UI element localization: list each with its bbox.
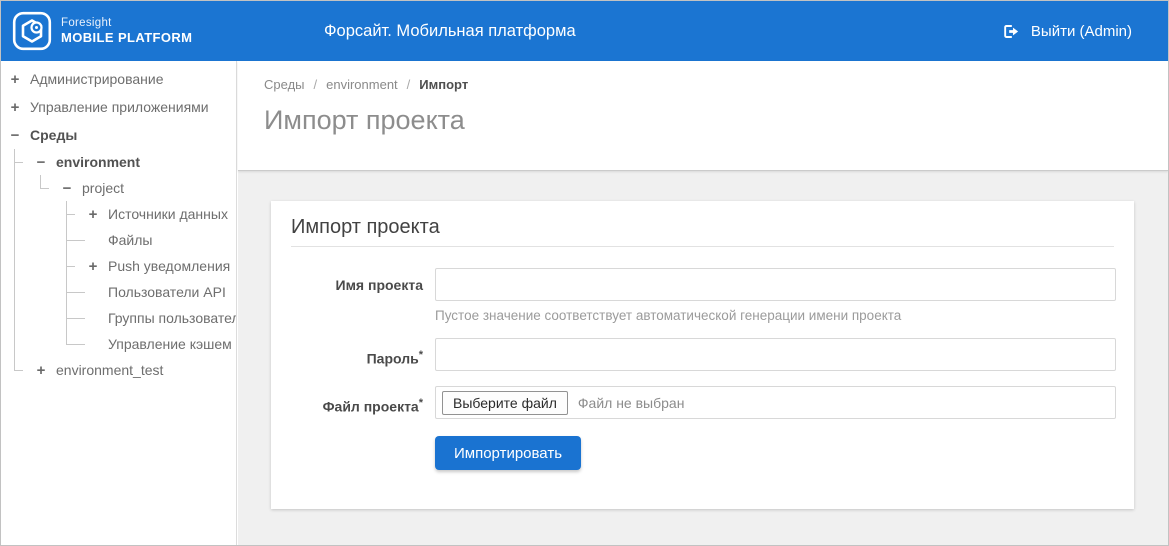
- expand-icon[interactable]: +: [87, 258, 99, 275]
- project-name-hint: Пустое значение соответствует автоматиче…: [435, 308, 1116, 323]
- breadcrumb-item-environments[interactable]: Среды: [264, 77, 305, 92]
- breadcrumb-separator: /: [407, 77, 411, 92]
- sidebar-item-label: Среды: [30, 127, 77, 143]
- sidebar-item-cache-management[interactable]: Управление кэшем: [87, 331, 236, 357]
- breadcrumb-separator: /: [314, 77, 318, 92]
- foresight-logo-icon: [12, 11, 52, 51]
- sidebar-item-user-groups[interactable]: Группы пользователей: [87, 305, 236, 331]
- sidebar-item-label: environment: [56, 154, 140, 170]
- sidebar-item-label: Администрирование: [30, 71, 164, 87]
- app-title: Форсайт. Мобильная платформа: [324, 1, 576, 61]
- sidebar-item-files[interactable]: Файлы: [87, 227, 236, 253]
- page-title: Импорт проекта: [264, 105, 1168, 136]
- password-label: Пароль*: [291, 338, 423, 371]
- required-mark: *: [419, 349, 423, 361]
- expand-icon[interactable]: +: [87, 206, 99, 223]
- expand-icon[interactable]: +: [9, 71, 21, 88]
- main-area: Среды / environment / Импорт Импорт прое…: [238, 61, 1168, 545]
- project-file-label: Файл проекта*: [291, 386, 423, 419]
- breadcrumb-item-environment[interactable]: environment: [326, 77, 398, 92]
- expand-icon[interactable]: +: [35, 362, 47, 379]
- expand-icon[interactable]: +: [9, 99, 21, 116]
- logo-text: Foresight MOBILE PLATFORM: [61, 16, 192, 47]
- import-project-card: Импорт проекта Имя проекта Пустое значен…: [271, 201, 1134, 509]
- sidebar-item-api-users[interactable]: Пользователи API: [87, 279, 236, 305]
- sidebar-item-label: Группы пользователей: [108, 310, 237, 326]
- choose-file-button[interactable]: Выберите файл: [442, 391, 568, 415]
- sidebar-item-label: Файлы: [108, 232, 152, 248]
- sidebar-item-project[interactable]: − project: [61, 175, 236, 201]
- breadcrumb: Среды / environment / Импорт: [264, 77, 1168, 92]
- logo[interactable]: Foresight MOBILE PLATFORM: [12, 11, 192, 51]
- page-header: Среды / environment / Импорт Импорт прое…: [238, 61, 1168, 171]
- sidebar-item-label: project: [82, 180, 124, 196]
- sidebar-item-label: Управление кэшем: [108, 336, 232, 352]
- logout-button[interactable]: Выйти (Admin): [1001, 1, 1132, 61]
- sidebar-item-data-sources[interactable]: + Источники данных: [87, 201, 236, 227]
- logout-label: Выйти (Admin): [1031, 23, 1132, 40]
- sidebar-item-environments[interactable]: − Среды: [9, 121, 236, 149]
- collapse-icon[interactable]: −: [9, 127, 21, 144]
- navigation-tree: + Администрирование + Управление приложе…: [1, 61, 236, 383]
- sidebar-item-environment[interactable]: − environment: [35, 149, 236, 175]
- content-area: Импорт проекта Имя проекта Пустое значен…: [238, 171, 1168, 509]
- project-file-input[interactable]: Выберите файл Файл не выбран: [435, 386, 1116, 419]
- password-input[interactable]: [435, 338, 1116, 371]
- sidebar-item-app-management[interactable]: + Управление приложениями: [9, 93, 236, 121]
- sidebar-item-label: Push уведомления: [108, 258, 230, 274]
- sidebar-item-label: Пользователи API: [108, 284, 226, 300]
- sidebar: + Администрирование + Управление приложе…: [1, 61, 237, 545]
- sidebar-item-label: Источники данных: [108, 206, 228, 222]
- sidebar-item-label: environment_test: [56, 362, 163, 378]
- sidebar-item-environment-test[interactable]: + environment_test: [35, 357, 236, 383]
- top-header-bar: Foresight MOBILE PLATFORM Форсайт. Мобил…: [1, 1, 1168, 61]
- logo-brand: Foresight: [61, 16, 192, 30]
- sidebar-item-administration[interactable]: + Администрирование: [9, 65, 236, 93]
- breadcrumb-item-import: Импорт: [419, 77, 468, 92]
- collapse-icon[interactable]: −: [35, 154, 47, 171]
- required-mark: *: [419, 397, 423, 409]
- app-window: Foresight MOBILE PLATFORM Форсайт. Мобил…: [0, 0, 1169, 546]
- sidebar-item-label: Управление приложениями: [30, 99, 209, 115]
- collapse-icon[interactable]: −: [61, 180, 73, 197]
- card-heading: Импорт проекта: [291, 215, 1114, 247]
- project-name-input[interactable]: [435, 268, 1116, 301]
- logout-icon: [1001, 22, 1020, 41]
- import-button[interactable]: Импортировать: [435, 436, 581, 470]
- sidebar-item-push-notifications[interactable]: + Push уведомления: [87, 253, 236, 279]
- project-name-label: Имя проекта: [291, 268, 423, 323]
- file-status-text: Файл не выбран: [578, 395, 685, 411]
- logo-product: MOBILE PLATFORM: [61, 30, 192, 46]
